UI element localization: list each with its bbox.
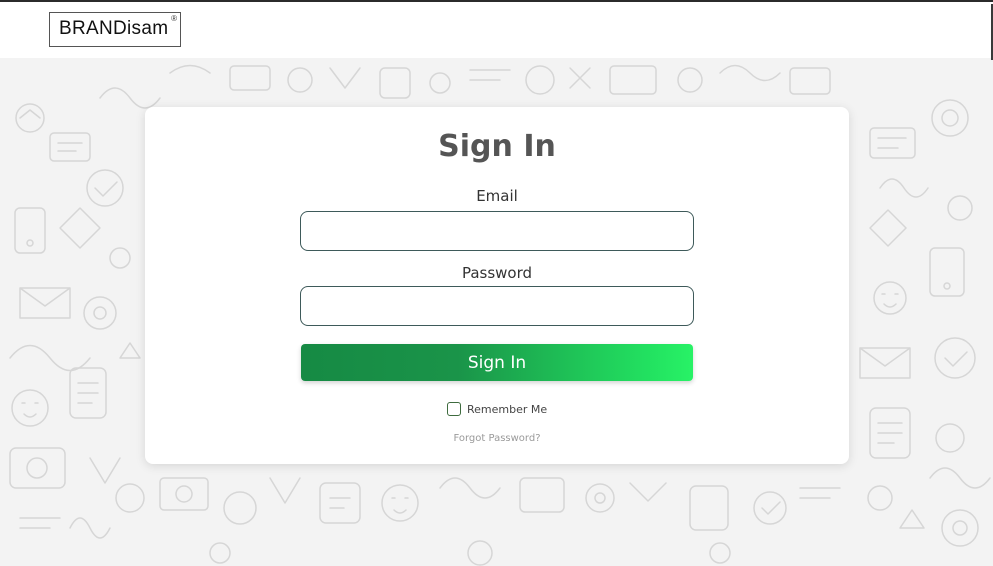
brand-logo-text: BRANDisam <box>59 18 169 39</box>
remember-me-label: Remember Me <box>467 402 548 416</box>
remember-me-checkbox[interactable] <box>447 402 461 416</box>
page: BRANDisam ® Sign In Email Password Sign … <box>0 0 993 566</box>
forgot-password-link[interactable]: Forgot Password? <box>145 433 849 444</box>
brand-logo[interactable]: BRANDisam ® <box>49 12 181 47</box>
sign-in-card: Sign In Email Password Sign In Remember … <box>145 107 849 464</box>
sign-in-button[interactable]: Sign In <box>301 344 693 381</box>
page-title: Sign In <box>438 129 556 164</box>
email-label: Email <box>476 187 518 205</box>
header-bar: BRANDisam ® <box>0 2 993 60</box>
remember-me-control[interactable]: Remember Me <box>447 401 547 417</box>
email-field[interactable] <box>300 211 694 251</box>
password-field[interactable] <box>300 286 694 326</box>
registered-mark: ® <box>171 14 177 23</box>
password-label: Password <box>461 264 533 282</box>
